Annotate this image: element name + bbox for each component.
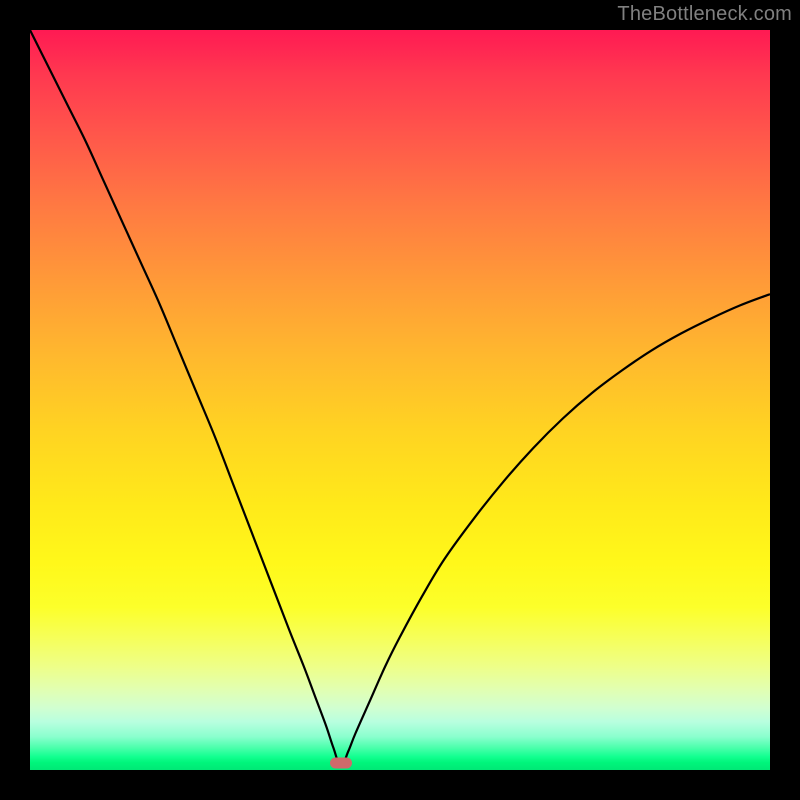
watermark-text: TheBottleneck.com <box>617 3 792 26</box>
bottleneck-curve <box>30 30 770 770</box>
optimal-point-marker <box>330 757 352 768</box>
chart-frame: TheBottleneck.com <box>0 0 800 800</box>
plot-area <box>30 30 770 770</box>
